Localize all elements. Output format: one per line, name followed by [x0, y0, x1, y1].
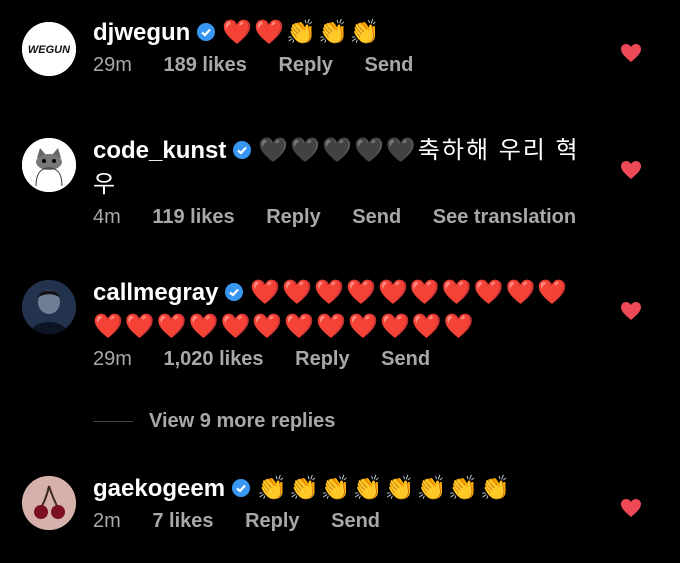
reply-button[interactable]: Reply — [266, 206, 320, 228]
comment-text: 👏👏👏👏👏👏👏👏 — [257, 475, 513, 502]
wegun-logo: WEGUN — [22, 22, 76, 76]
reply-button[interactable]: Reply — [295, 348, 349, 370]
divider-line — [93, 421, 133, 423]
view-more-replies-button[interactable]: View 9 more replies — [93, 410, 335, 433]
username[interactable]: gaekogeem — [93, 475, 225, 502]
likes-count[interactable]: 7 likes — [152, 510, 213, 532]
avatar[interactable] — [22, 138, 76, 192]
heart-icon[interactable] — [620, 498, 642, 518]
verified-badge-icon — [225, 283, 244, 301]
avatar[interactable] — [22, 280, 76, 334]
comment-time: 29m — [93, 348, 132, 370]
reply-button[interactable]: Reply — [278, 54, 332, 76]
verified-badge-icon — [233, 141, 252, 159]
svg-text:WEGUN: WEGUN — [28, 44, 71, 56]
username[interactable]: djwegun — [93, 19, 190, 46]
avatar[interactable]: WEGUN — [22, 22, 76, 76]
send-button[interactable]: Send — [352, 206, 401, 228]
see-translation-button[interactable]: See translation — [433, 206, 576, 228]
profile-photo — [22, 280, 76, 334]
username[interactable]: code_kunst — [93, 137, 226, 164]
likes-count[interactable]: 189 likes — [163, 54, 246, 76]
heart-icon[interactable] — [620, 43, 642, 63]
likes-count[interactable]: 119 likes — [152, 206, 234, 228]
comment-time: 2m — [93, 510, 121, 532]
cat-drawing-image — [22, 138, 76, 192]
verified-badge-icon — [197, 23, 216, 41]
comment-time: 29m — [93, 54, 132, 76]
username[interactable]: callmegray — [93, 279, 218, 306]
comment-text: ❤️❤️👏👏👏 — [222, 19, 382, 46]
send-button[interactable]: Send — [331, 510, 380, 532]
send-button[interactable]: Send — [364, 54, 413, 76]
heart-icon[interactable] — [620, 160, 642, 180]
send-button[interactable]: Send — [381, 348, 430, 370]
reply-button[interactable]: Reply — [245, 510, 299, 532]
cherry-avatar-image — [22, 476, 76, 530]
heart-icon[interactable] — [620, 301, 642, 321]
view-more-replies-label: View 9 more replies — [149, 410, 336, 432]
comment-time: 4m — [93, 206, 121, 228]
verified-badge-icon — [232, 479, 251, 497]
avatar[interactable] — [22, 476, 76, 530]
likes-count[interactable]: 1,020 likes — [163, 348, 263, 370]
